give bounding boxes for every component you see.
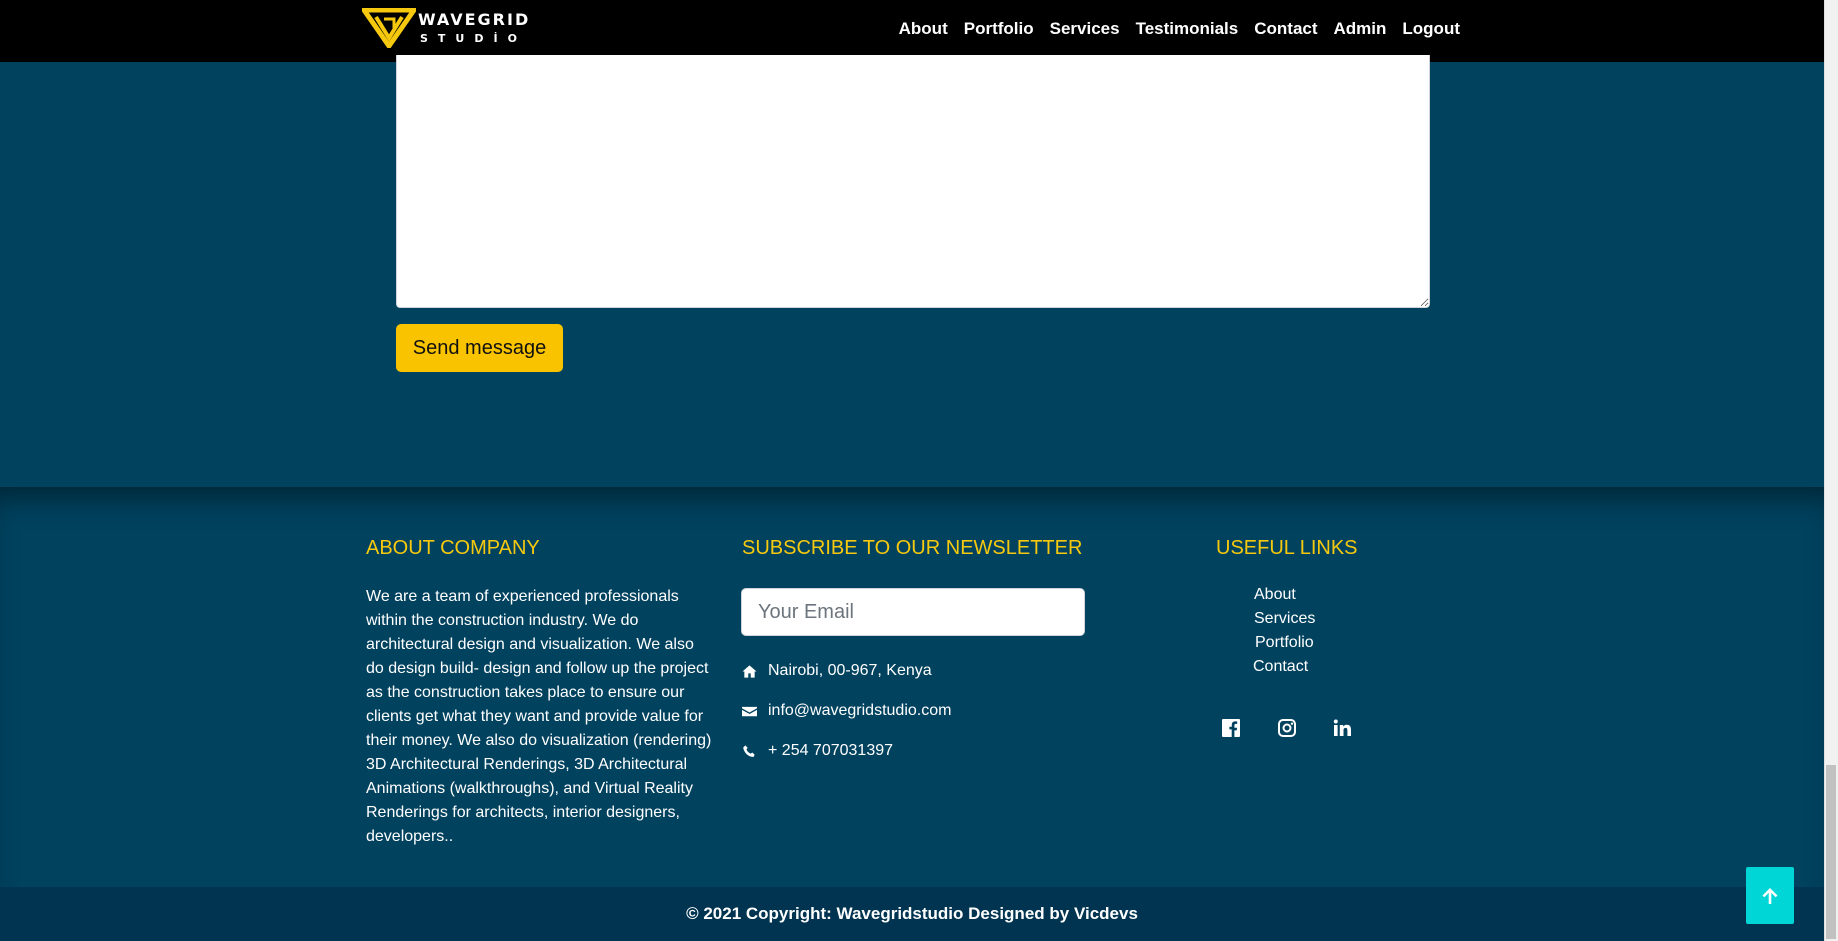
send-message-button[interactable]: Send message [396,324,563,372]
footer-link-services[interactable]: Services [1254,610,1315,628]
instagram-icon [1278,719,1296,737]
phone-row: + 254 707031397 [742,742,893,760]
facebook-icon [1222,719,1240,737]
address-text: Nairobi, 00-967, Kenya [768,662,932,679]
logo-mark-icon [362,8,416,48]
phone-icon [743,744,755,757]
nav-item-contact[interactable]: Contact [1254,19,1317,39]
brand-name: WAVEGRID STUDİO [418,9,530,47]
linkedin-link[interactable] [1332,718,1352,738]
page-scrollbar[interactable] [1824,0,1838,941]
nav-item-testimonials[interactable]: Testimonials [1136,19,1239,39]
newsletter-email-input[interactable] [741,588,1085,636]
home-icon [742,664,757,678]
copyright-bar: © 2021 Copyright: Wavegridstudio Designe… [0,887,1824,941]
about-company-title: ABOUT COMPANY [366,537,540,559]
about-company-text: We are a team of experienced professiona… [366,588,712,845]
email-text: info@wavegridstudio.com [768,702,952,719]
brand-logo[interactable]: WAVEGRID STUDİO [362,8,530,48]
address-row: Nairobi, 00-967, Kenya [742,662,932,680]
brand-name-line2: STUDİO [420,32,527,45]
envelope-icon [742,706,757,716]
footer-link-about[interactable]: About [1254,586,1296,604]
copyright-text: © 2021 Copyright: Wavegridstudio Designe… [686,904,1138,923]
nav-item-services[interactable]: Services [1050,19,1120,39]
footer-link-portfolio[interactable]: Portfolio [1255,634,1314,652]
navbar: WAVEGRID STUDİO About Portfolio Services… [0,0,1824,62]
nav-item-admin[interactable]: Admin [1334,19,1387,39]
scrollbar-thumb[interactable] [1826,765,1836,939]
nav-item-logout[interactable]: Logout [1402,19,1460,39]
message-textarea[interactable] [396,55,1430,308]
facebook-link[interactable] [1221,718,1241,738]
email-row: info@wavegridstudio.com [742,702,951,720]
arrow-up-icon [1762,887,1778,904]
useful-links-title: USEFUL LINKS [1216,537,1358,559]
brand-name-line1: WAVEGRID [418,10,531,29]
newsletter-title: SUBSCRIBE TO OUR NEWSLETTER [742,537,1083,559]
instagram-link[interactable] [1277,718,1297,738]
footer-link-contact[interactable]: Contact [1253,658,1308,676]
nav-item-about[interactable]: About [899,19,948,39]
back-to-top-button[interactable] [1746,867,1794,924]
nav-links: About Portfolio Services Testimonials Co… [883,0,1460,57]
nav-item-portfolio[interactable]: Portfolio [964,19,1034,39]
phone-text: + 254 707031397 [768,742,894,759]
linkedin-icon [1333,719,1351,736]
